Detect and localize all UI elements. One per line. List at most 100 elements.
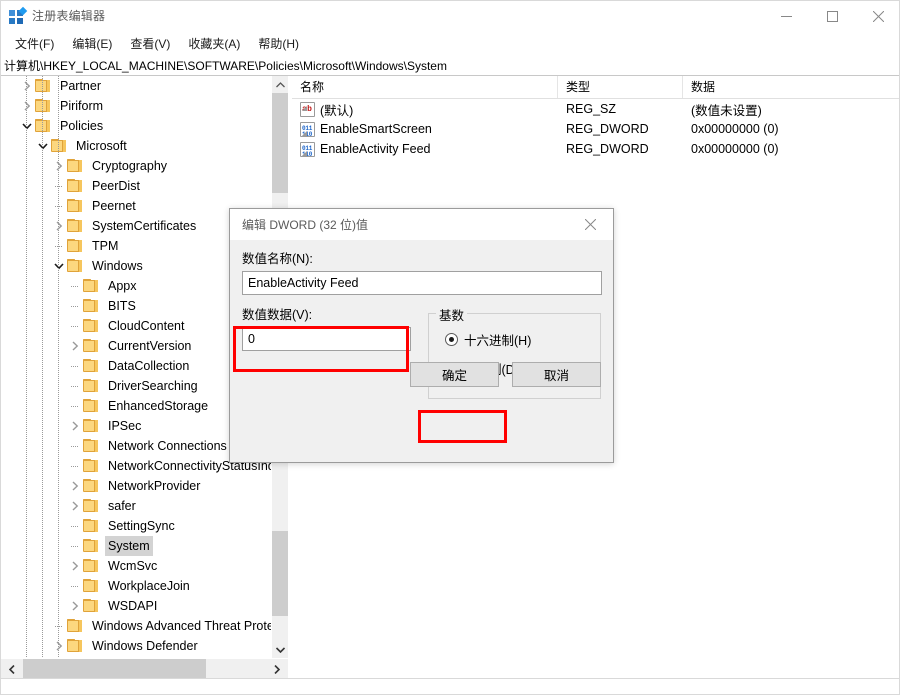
chevron-right-icon[interactable] [67, 336, 83, 356]
tree-item-system[interactable]: System [1, 536, 271, 556]
tree-item-wsdapi[interactable]: WSDAPI [1, 596, 271, 616]
value-row[interactable]: ab (默认) REG_SZ (数值未设置) [292, 99, 899, 119]
string-value-icon: ab [300, 101, 315, 117]
dialog-title-bar: 编辑 DWORD (32 位)值 [230, 209, 613, 240]
tree-item-microsoft[interactable]: Microsoft [1, 136, 271, 156]
folder-icon [83, 299, 100, 313]
tree-item-label: Windows Defender [92, 639, 198, 653]
tree-item-label: Windows [92, 259, 143, 273]
tree-item-label: PeerDist [92, 179, 140, 193]
tree-item-settingsync[interactable]: SettingSync [1, 516, 271, 536]
value-data-cell: (数值未设置) [691, 103, 762, 118]
scroll-left-arrow-icon[interactable] [1, 659, 23, 680]
tree-item-safer[interactable]: safer [1, 496, 271, 516]
value-type-cell: REG_SZ [566, 102, 617, 116]
folder-icon [35, 119, 52, 133]
value-data-input[interactable] [242, 327, 411, 351]
scroll-up-arrow-icon[interactable] [272, 76, 288, 93]
address-bar[interactable]: 计算机\HKEY_LOCAL_MACHINE\SOFTWARE\Policies… [1, 55, 899, 76]
tree-item-cryptography[interactable]: Cryptography [1, 156, 271, 176]
status-strip [1, 678, 899, 694]
tree-connector [67, 276, 83, 296]
tree-connector [67, 436, 83, 456]
folder-icon [67, 239, 84, 253]
ok-button[interactable]: 确定 [410, 362, 499, 387]
value-name-cell: 011 110 EnableSmartScreen [292, 121, 558, 137]
menu-file[interactable]: 文件(F) [6, 32, 63, 56]
tree-item-workplacejoin[interactable]: WorkplaceJoin [1, 576, 271, 596]
value-name-cell: 011 110 EnableActivity Feed [292, 141, 558, 157]
tree-item-policies[interactable]: Policies [1, 116, 271, 136]
dialog-close-button[interactable] [568, 209, 613, 239]
chevron-right-icon[interactable] [19, 76, 35, 96]
folder-icon [67, 259, 84, 273]
value-name-input[interactable] [242, 271, 602, 295]
registry-editor-window: 注册表编辑器 文件(F) 编辑(E) 查看(V) 收藏夹(A) 帮助(H) 计算… [0, 0, 900, 695]
tree-item-partner[interactable]: Partner [1, 76, 271, 96]
dialog-buttons: 确定 取消 [410, 362, 601, 387]
value-row[interactable]: 011 110 EnableSmartScreen REG_DWORD 0x000000… [292, 119, 899, 139]
value-row[interactable]: 011 110 EnableActivity Feed REG_DWORD 0x0000… [292, 139, 899, 159]
tree-item-windows-advanced-threat-protection[interactable]: Windows Advanced Threat Protection [1, 616, 271, 636]
tree-item-label: CurrentVersion [108, 339, 192, 353]
chevron-down-icon[interactable] [51, 256, 67, 276]
h-scroll-track[interactable] [23, 659, 266, 680]
minimize-button[interactable] [763, 1, 809, 32]
chevron-right-icon[interactable] [67, 416, 83, 436]
tree-connector [67, 356, 83, 376]
folder-icon [35, 99, 52, 113]
values-list[interactable]: ab (默认) REG_SZ (数值未设置) 011 110 EnableSmartScre… [292, 99, 899, 159]
tree-item-peerdist[interactable]: PeerDist [1, 176, 271, 196]
tree-horizontal-scrollbar[interactable] [1, 658, 288, 680]
dword-value-icon: 011 110 [300, 141, 315, 157]
chevron-right-icon[interactable] [67, 476, 83, 496]
tree-item-wcmsvc[interactable]: WcmSvc [1, 556, 271, 576]
tree-item-windows-defender[interactable]: Windows Defender [1, 636, 271, 656]
dialog-body: 数值名称(N): 数值数据(V): 基数 十六进制(H) [230, 248, 613, 399]
tree-scrollbar-thumb-lower[interactable] [272, 531, 288, 616]
value-name-text: (默认) [320, 103, 354, 118]
tree-scrollbar-thumb[interactable] [272, 93, 288, 193]
chevron-down-icon[interactable] [35, 136, 51, 156]
folder-icon [83, 399, 100, 413]
folder-icon [83, 319, 100, 333]
chevron-right-icon[interactable] [67, 596, 83, 616]
cancel-button[interactable]: 取消 [512, 362, 601, 387]
column-header-data[interactable]: 数据 [683, 76, 899, 98]
close-button[interactable] [855, 1, 899, 32]
folder-icon [83, 459, 100, 473]
tree-item-piriform[interactable]: Piriform [1, 96, 271, 116]
value-name-cell: ab (默认) [292, 100, 558, 119]
radio-hexadecimal-icon [445, 333, 458, 346]
menu-favorites[interactable]: 收藏夹(A) [179, 32, 249, 56]
column-header-type[interactable]: 类型 [558, 76, 683, 98]
value-data-column: 数值数据(V): [242, 304, 428, 399]
tree-connector [67, 516, 83, 536]
tree-item-networkprovider[interactable]: NetworkProvider [1, 476, 271, 496]
chevron-right-icon[interactable] [19, 96, 35, 116]
maximize-button[interactable] [809, 1, 855, 32]
folder-icon [67, 159, 84, 173]
tree-item-label: Peernet [92, 199, 136, 213]
scroll-down-arrow-icon[interactable] [272, 641, 288, 658]
folder-icon [83, 579, 100, 593]
radio-hexadecimal[interactable]: 十六进制(H) [445, 330, 600, 349]
menu-view[interactable]: 查看(V) [121, 32, 179, 56]
chevron-right-icon[interactable] [67, 496, 83, 516]
chevron-right-icon[interactable] [51, 636, 67, 656]
folder-icon [67, 639, 84, 653]
tree-item-label: WcmSvc [108, 559, 158, 573]
chevron-down-icon[interactable] [19, 116, 35, 136]
folder-icon [83, 479, 100, 493]
folder-icon [83, 439, 100, 453]
menu-edit[interactable]: 编辑(E) [63, 32, 121, 56]
value-data-label: 数值数据(V): [242, 308, 313, 322]
h-scrollbar-thumb[interactable] [23, 659, 206, 680]
chevron-right-icon[interactable] [51, 156, 67, 176]
scroll-right-arrow-icon[interactable] [266, 659, 288, 680]
column-header-name[interactable]: 名称 [292, 76, 558, 98]
chevron-right-icon[interactable] [51, 216, 67, 236]
menu-help[interactable]: 帮助(H) [249, 32, 308, 56]
chevron-right-icon[interactable] [67, 556, 83, 576]
tree-item-label: IPSec [108, 419, 142, 433]
